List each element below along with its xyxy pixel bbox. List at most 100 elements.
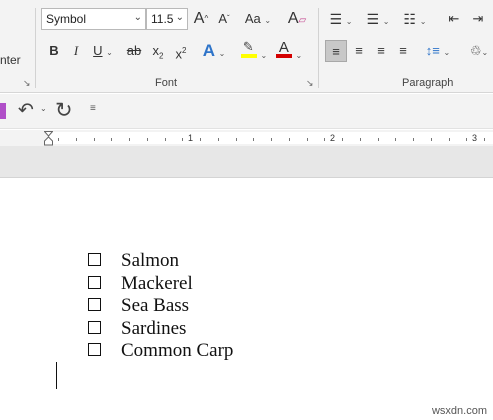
ruler-tick: [271, 138, 272, 141]
chevron-down-icon: ⌄: [295, 51, 303, 60]
text-cursor: [56, 362, 57, 389]
ruler-tick: [324, 138, 325, 141]
ruler-tick: [147, 138, 148, 141]
clear-formatting-button[interactable]: A▱: [286, 8, 308, 30]
chevron-down-icon: ⌄: [382, 17, 390, 26]
align-center-button[interactable]: ≡: [349, 40, 369, 62]
clear-formatting-icon: A▱: [287, 10, 307, 27]
paragraph-group-label: Paragraph: [402, 77, 454, 89]
group-separator: [35, 8, 36, 88]
decrease-indent-button[interactable]: ⇤: [444, 8, 464, 30]
font-size-value: 11.5: [151, 12, 174, 26]
multilevel-list-icon: ☷: [403, 11, 417, 27]
ruler-tick: [431, 138, 432, 141]
ribbon: nter ↘ Symbol ⌄ 11.5 ⌄ A^ Aˇ Aa ⌄ A▱ B I…: [0, 0, 493, 93]
checkbox-icon: [88, 298, 101, 312]
shrink-font-button[interactable]: Aˇ: [214, 8, 234, 30]
document-page[interactable]: [0, 178, 493, 420]
numbered-list-icon: ☰: [366, 11, 380, 27]
ruler-tick: [236, 138, 237, 141]
checkbox-icon: [88, 320, 101, 334]
shading-button[interactable]: ♲⌄: [465, 40, 493, 62]
strikethrough-button[interactable]: ab: [124, 40, 144, 62]
ruler-tick: [253, 138, 254, 141]
ruler-tick: [129, 138, 130, 141]
shrink-font-label: A: [218, 11, 227, 26]
increase-indent-icon: ⇥: [472, 11, 484, 26]
grow-font-label: A: [193, 10, 205, 27]
clipboard-group-label-partial: nter: [0, 53, 21, 67]
chevron-down-icon[interactable]: ⌄: [134, 12, 142, 23]
numbering-button[interactable]: ☰ ⌄: [363, 8, 393, 30]
customize-toolbar-icon[interactable]: ≡: [90, 103, 96, 114]
clipboard-launcher-icon[interactable]: ↘: [23, 79, 32, 88]
font-color-icon: A: [275, 39, 292, 58]
chevron-down-icon: ⌄: [443, 48, 451, 57]
change-case-label: Aa: [244, 11, 261, 26]
ruler-tick: [182, 138, 183, 141]
align-left-icon: ≡: [332, 44, 340, 59]
ruler-tick: [111, 138, 112, 141]
chevron-down-icon: ⌄: [218, 49, 226, 58]
chevron-down-icon: ⌄: [345, 17, 353, 26]
font-launcher-icon[interactable]: ↘: [306, 79, 315, 88]
ruler-number: 3: [472, 133, 478, 143]
line-spacing-button[interactable]: ↕≡ ⌄: [421, 40, 455, 62]
align-left-button[interactable]: ≡: [325, 40, 347, 62]
bold-button[interactable]: B: [45, 40, 63, 62]
ruler-tick: [76, 138, 77, 141]
ruler-tick: [94, 138, 95, 141]
undo-icon[interactable]: ↶: [18, 99, 34, 122]
text-effects-button[interactable]: A ⌄: [198, 40, 230, 62]
checkbox-icon: [88, 253, 101, 266]
justify-icon: ≡: [399, 43, 407, 58]
bullet-list-icon: ☰: [329, 11, 343, 27]
list-item-text: Salmon: [121, 250, 180, 271]
subscript-button[interactable]: x2: [148, 40, 168, 62]
underline-button[interactable]: U ⌄: [88, 40, 118, 62]
ruler-tick: [413, 138, 414, 141]
ruler-tick: [360, 138, 361, 141]
chevron-down-icon: ⌄: [481, 48, 489, 57]
font-color-button[interactable]: A ⌄: [273, 39, 305, 62]
align-right-button[interactable]: ≡: [371, 40, 391, 62]
paint-bucket-icon: ♲: [469, 43, 482, 58]
font-size-combo[interactable]: 11.5 ⌄: [146, 8, 188, 30]
bullets-button[interactable]: ☰ ⌄: [326, 8, 356, 30]
line-spacing-icon: ↕≡: [425, 43, 440, 58]
align-center-icon: ≡: [355, 43, 363, 58]
text-effects-icon: A: [202, 41, 215, 60]
group-separator: [318, 8, 319, 88]
ruler-tick: [378, 138, 379, 141]
save-icon[interactable]: [0, 103, 6, 119]
redo-icon[interactable]: ↻: [55, 98, 73, 123]
increase-indent-button[interactable]: ⇥: [468, 8, 488, 30]
font-name-combo[interactable]: Symbol ⌄: [41, 8, 146, 30]
list-item-text: Mackerel: [121, 272, 193, 294]
ruler-tick: [342, 138, 343, 141]
ruler-tick: [58, 138, 59, 141]
italic-label: I: [73, 43, 79, 58]
chevron-down-icon: ⌄: [264, 16, 272, 25]
justify-button[interactable]: ≡: [393, 40, 413, 62]
underline-label: U: [93, 43, 103, 58]
multilevel-list-button[interactable]: ☷ ⌄: [400, 8, 430, 30]
chevron-down-icon[interactable]: ⌄: [40, 104, 47, 113]
checkbox-icon: [88, 275, 101, 289]
ruler-tick: [484, 138, 485, 141]
chevron-down-icon: ⌄: [419, 17, 427, 26]
chevron-down-icon[interactable]: ⌄: [176, 12, 184, 23]
highlight-color-button[interactable]: ✎ ⌄: [237, 40, 271, 62]
indent-marker-icon[interactable]: [43, 131, 54, 146]
superscript-button[interactable]: x2: [171, 40, 191, 62]
italic-button[interactable]: I: [67, 40, 85, 62]
change-case-button[interactable]: Aa ⌄: [241, 8, 275, 30]
ruler-tick: [165, 138, 166, 141]
grow-font-button[interactable]: A^: [191, 8, 211, 30]
ruler-tick: [218, 138, 219, 141]
decrease-indent-icon: ⇤: [448, 11, 460, 26]
bold-label: B: [49, 43, 59, 58]
align-right-icon: ≡: [377, 43, 385, 58]
ruler-tick: [449, 138, 450, 141]
quick-access-toolbar: ↶ ⌄ ↻ ≡: [0, 94, 493, 129]
